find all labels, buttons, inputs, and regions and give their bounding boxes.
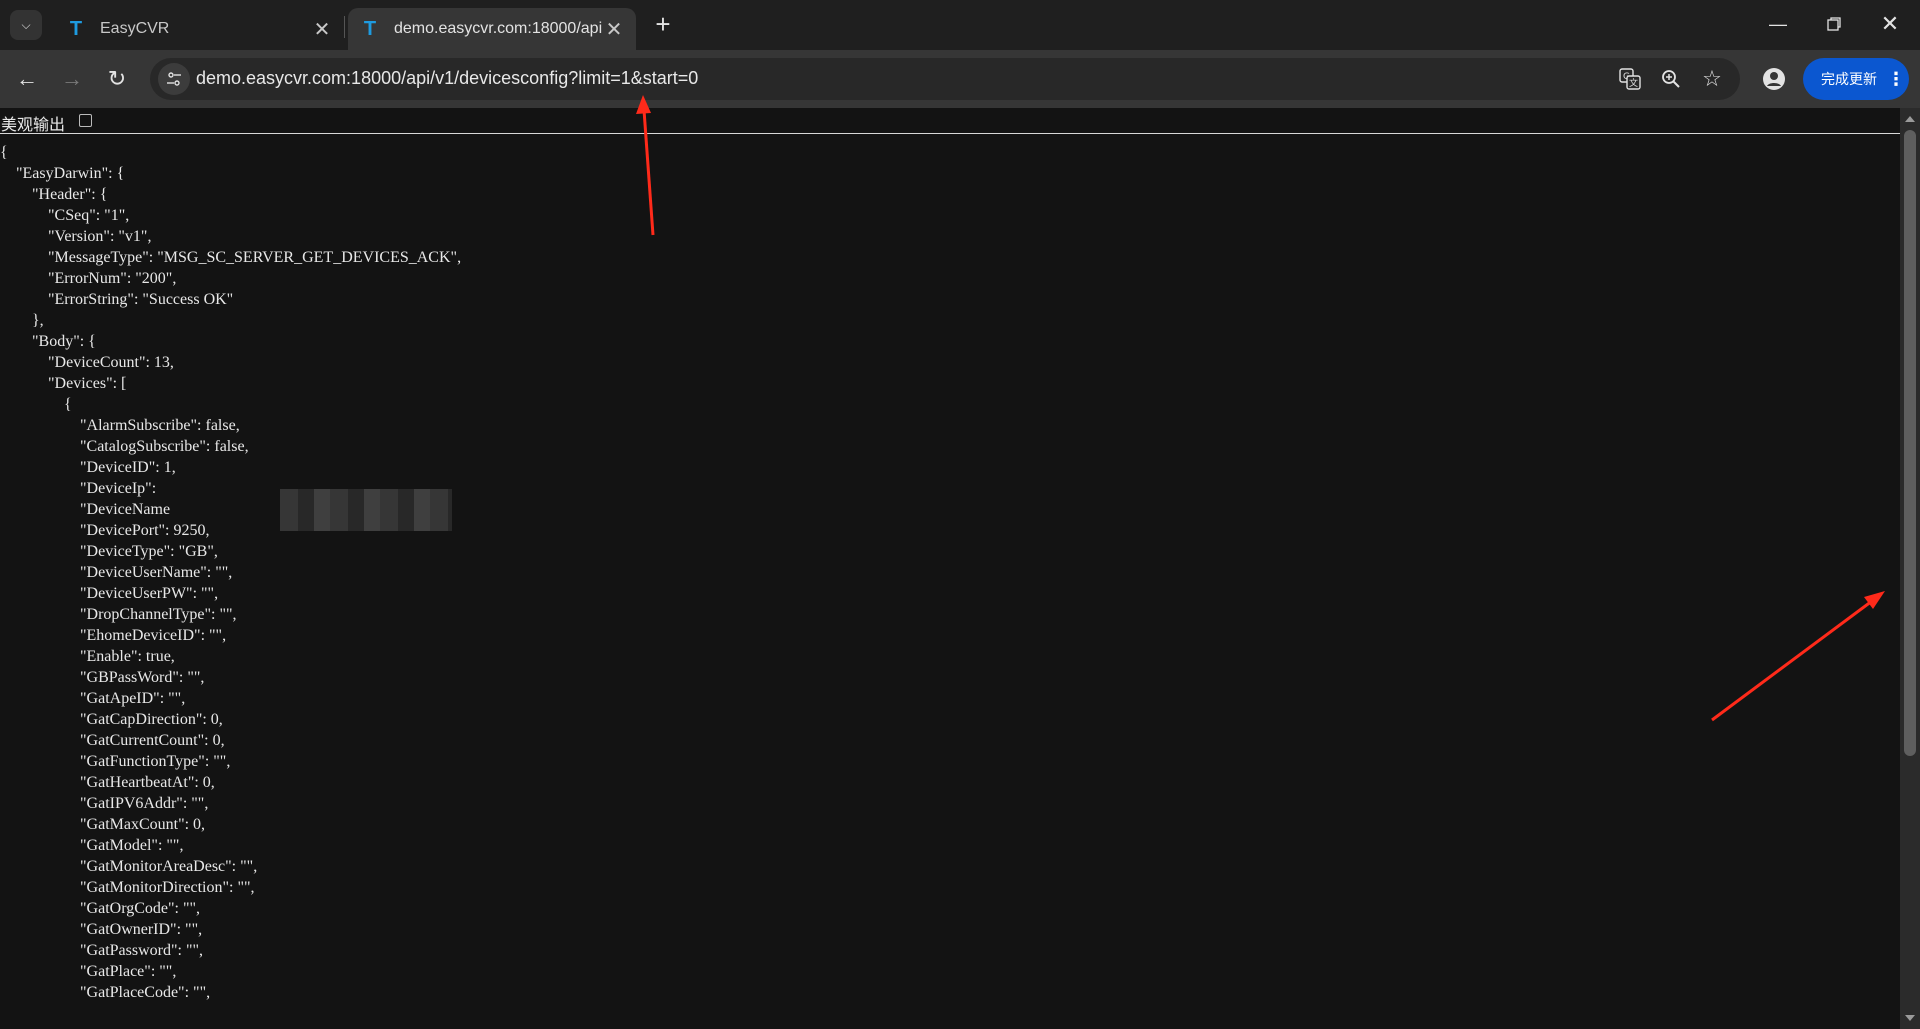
json-line: "DeviceCount": 13,: [0, 354, 174, 371]
close-tab-icon[interactable]: ✕: [310, 17, 334, 41]
easycvr-favicon-icon: T: [69, 17, 83, 40]
json-line: "DeviceType": "GB",: [0, 543, 218, 560]
json-line: "AlarmSubscribe": false,: [0, 417, 240, 434]
tab-divider: [344, 16, 345, 38]
json-line: "EasyDarwin": {: [0, 165, 125, 182]
close-window-icon[interactable]: ✕: [1862, 0, 1918, 48]
redacted-device-ip: [280, 489, 452, 510]
tab-easycvr[interactable]: T EasyCVR ✕: [54, 8, 344, 50]
json-line: "ErrorNum": "200",: [0, 270, 177, 287]
json-line: "GatModel": "",: [0, 837, 184, 854]
scroll-down-arrow-icon[interactable]: [1905, 1015, 1915, 1021]
json-line: "DropChannelType": "",: [0, 606, 237, 623]
zoom-icon[interactable]: [1657, 65, 1685, 93]
json-line: "DeviceID": 1,: [0, 459, 176, 476]
json-line: "GBPassWord": "",: [0, 669, 205, 686]
bookmark-star-icon[interactable]: ☆: [1698, 65, 1726, 93]
json-line: "CSeq": "1",: [0, 207, 130, 224]
json-line: "GatMonitorAreaDesc": "",: [0, 858, 258, 875]
json-line: "DeviceUserPW": "",: [0, 585, 219, 602]
json-line: "GatFunctionType": "",: [0, 753, 231, 770]
json-line: "DeviceUserName": "",: [0, 564, 233, 581]
json-line: },: [0, 312, 44, 329]
json-line: "GatOwnerID": "",: [0, 921, 203, 938]
json-line: "GatMaxCount": 0,: [0, 816, 206, 833]
json-line: "GatMonitorDirection": "",: [0, 879, 255, 896]
scroll-up-arrow-icon[interactable]: [1905, 116, 1915, 122]
site-info-tune-icon[interactable]: [158, 63, 190, 95]
json-line: "ErrorString": "Success OK": [0, 291, 234, 308]
json-line: "MessageType": "MSG_SC_SERVER_GET_DEVICE…: [0, 249, 462, 266]
pretty-print-label: 美观输出: [1, 117, 66, 134]
update-button[interactable]: 完成更新 ⋮: [1803, 58, 1909, 100]
tab-title: EasyCVR: [100, 20, 170, 37]
json-line: "GatPlaceCode": "",: [0, 984, 211, 1001]
address-bar[interactable]: demo.easycvr.com:18000/api/v1/devicescon…: [150, 58, 1740, 100]
tab-search-chevron-icon[interactable]: ⌵: [10, 10, 42, 40]
tab-title: demo.easycvr.com:18000/api/v1/devicescon…: [394, 20, 602, 37]
close-tab-icon[interactable]: ✕: [602, 17, 626, 41]
reload-icon[interactable]: ↻: [100, 62, 134, 96]
json-line: "GatPlace": "",: [0, 963, 177, 980]
json-line: "Version": "v1",: [0, 228, 152, 245]
pretty-print-checkbox[interactable]: [79, 114, 92, 127]
json-line: "GatApeID": "",: [0, 690, 186, 707]
pretty-print-bar: 美观输出: [0, 108, 1901, 134]
json-line: {: [0, 144, 8, 161]
tab-api-devicesconfig[interactable]: T demo.easycvr.com:18000/api/v1/devicesc…: [348, 8, 636, 50]
json-line: "CatalogSubscribe": false,: [0, 438, 249, 455]
vertical-scrollbar[interactable]: [1900, 108, 1920, 1029]
restore-window-icon[interactable]: [1806, 0, 1862, 48]
json-line: {: [0, 396, 72, 413]
json-line: "Devices": [: [0, 375, 127, 392]
redacted-device-name: [280, 510, 452, 531]
json-line: "EhomeDeviceID": "",: [0, 627, 227, 644]
update-button-label: 完成更新: [1821, 71, 1877, 87]
url-text[interactable]: demo.easycvr.com:18000/api/v1/devicescon…: [196, 68, 698, 89]
json-line: "GatCapDirection": 0,: [0, 711, 223, 728]
json-line: "Enable": true,: [0, 648, 175, 665]
minimize-window-icon[interactable]: —: [1750, 0, 1806, 48]
easycvr-favicon-icon: T: [363, 17, 377, 40]
scroll-thumb[interactable]: [1904, 130, 1916, 756]
translate-icon[interactable]: G文: [1616, 65, 1644, 93]
more-menu-icon[interactable]: ⋮: [1887, 69, 1905, 90]
json-response-body: { "EasyDarwin": { "Header": { "CSeq": "1…: [0, 142, 1898, 1024]
json-line: "GatCurrentCount": 0,: [0, 732, 225, 749]
new-tab-plus-icon[interactable]: +: [650, 11, 676, 38]
profile-avatar-icon[interactable]: [1760, 65, 1788, 93]
forward-arrow-icon[interactable]: →: [55, 62, 89, 96]
json-line: "Header": {: [0, 186, 108, 203]
json-line: "GatHeartbeatAt": 0,: [0, 774, 215, 791]
json-line: "GatPassword": "",: [0, 942, 204, 959]
browser-toolbar: ← → ↻ demo.easycvr.com:18000/api/v1/devi…: [0, 50, 1920, 108]
json-line: "Body": {: [0, 333, 96, 350]
tab-strip: ⌵ T EasyCVR ✕ T demo.easycvr.com:18000/a…: [0, 0, 1920, 50]
json-line: "GatOrgCode": "",: [0, 900, 201, 917]
back-arrow-icon[interactable]: ←: [10, 62, 44, 96]
svg-text:文: 文: [1629, 77, 1638, 89]
json-line: "GatIPV6Addr": "",: [0, 795, 209, 812]
